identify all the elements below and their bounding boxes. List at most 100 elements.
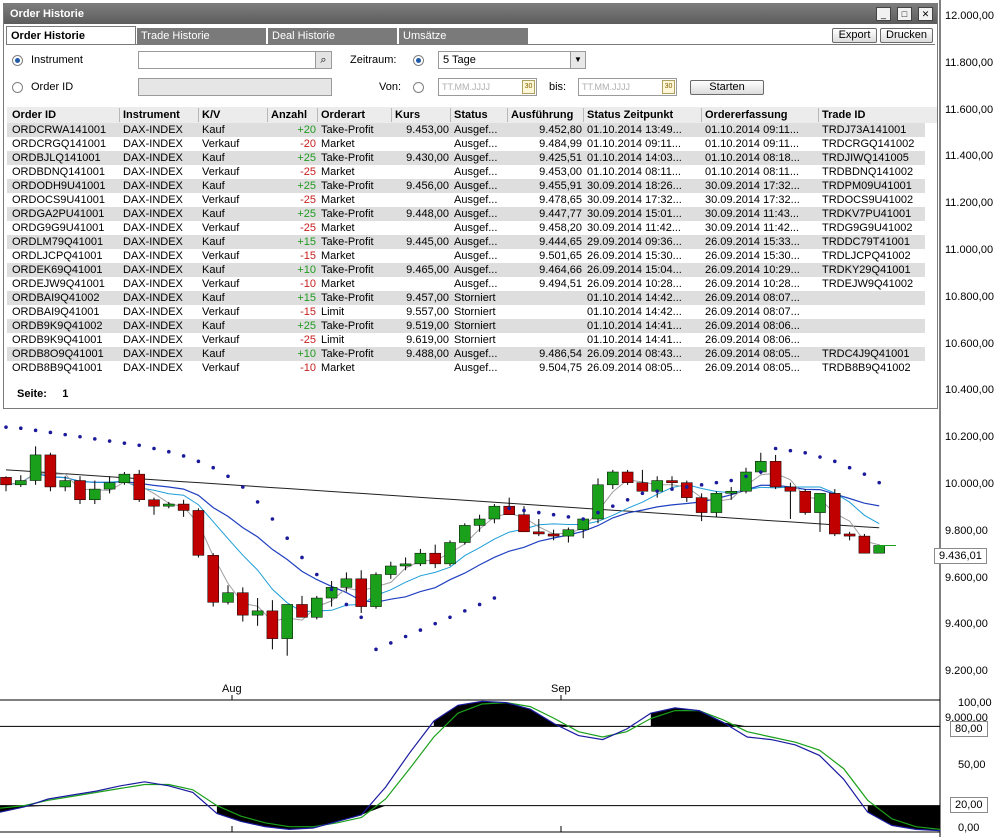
column-header[interactable]: Order ID [10, 107, 121, 123]
candle-up [873, 545, 885, 554]
table-row[interactable]: ORDBAI9Q41002 DAX-INDEX Kauf +15 Take-Profit… [7, 291, 925, 305]
maximize-icon[interactable]: □ [897, 7, 912, 21]
sar-dot [344, 602, 349, 607]
column-header[interactable]: Orderart [319, 107, 393, 123]
calendar-icon[interactable]: 30 [662, 80, 675, 94]
column-header[interactable]: Kurs [393, 107, 452, 123]
table-row[interactable]: ORDODH9U41001 DAX-INDEX Kauf +25 Take-Profit… [7, 179, 925, 193]
table-row[interactable]: ORDEJW9Q41001 DAX-INDEX Verkauf -10 Market Au… [7, 277, 925, 291]
tab-trade-historie[interactable]: Trade Historie [137, 28, 267, 44]
table-cell: Verkauf [202, 362, 240, 374]
column-header[interactable]: Ordererfassung [703, 107, 820, 123]
table-row[interactable]: ORDBDNQ141001 DAX-INDEX Verkauf -25 Market Au… [7, 165, 925, 179]
table-cell: Kauf [202, 124, 225, 136]
sar-dot [670, 487, 674, 491]
table-row[interactable]: ORDBJLQ141001 DAX-INDEX Kauf +25 Take-Profit… [7, 151, 925, 165]
column-separator[interactable] [450, 108, 451, 122]
close-icon[interactable]: ✕ [918, 7, 933, 21]
tab-divider [6, 44, 935, 45]
window-titlebar[interactable]: Order Historie [4, 4, 937, 24]
minimize-icon[interactable]: _ [876, 7, 891, 21]
column-header[interactable]: Anzahl [269, 107, 319, 123]
column-separator[interactable] [267, 108, 268, 122]
table-row[interactable]: ORDCRWA141001 DAX-INDEX Kauf +20 Take-Profit… [7, 123, 925, 137]
column-header[interactable]: Instrument [121, 107, 200, 123]
search-icon[interactable]: ⌕ [315, 52, 331, 68]
table-cell: ORDBJLQ141001 [12, 152, 101, 164]
column-separator[interactable] [818, 108, 819, 122]
column-separator[interactable] [701, 108, 702, 122]
table-row[interactable]: ORDBAI9Q41001 DAX-INDEX Verkauf -15 Limit 9.5… [7, 305, 925, 319]
table-cell: 9.457,00 [406, 292, 449, 304]
column-separator[interactable] [583, 108, 584, 122]
table-cell: TRDKV7PU41001 [822, 208, 912, 220]
table-cell: Storniert [454, 320, 496, 332]
instrument-label: Instrument [31, 54, 83, 66]
table-cell: 9.494,51 [539, 278, 582, 290]
table-row[interactable]: ORDB9K9Q41002 DAX-INDEX Kauf +25 Take-Profit… [7, 319, 925, 333]
von-date-input[interactable]: TT.MM.JJJJ 30 [438, 78, 537, 96]
table-cell: DAX-INDEX [123, 138, 183, 150]
sar-dot [862, 472, 867, 476]
table-cell: TRDLJCPQ41002 [822, 250, 911, 262]
table-cell: 01.10.2014 08:11... [587, 166, 681, 178]
table-row[interactable]: ORDEK69Q41001 DAX-INDEX Kauf +10 Take-Profit… [7, 263, 925, 277]
table-row[interactable]: ORDGA2PU41001 DAX-INDEX Kauf +25 Take-Profit… [7, 207, 925, 221]
start-button[interactable]: Starten [690, 80, 764, 95]
zeitraum-select[interactable]: 5 Tage ▼ [438, 51, 586, 69]
table-cell: -25 [300, 166, 316, 178]
table-row[interactable]: ORDG9G9U41001 DAX-INDEX Verkauf -25 Market Au… [7, 221, 925, 235]
column-separator[interactable] [198, 108, 199, 122]
table-cell: 30.09.2014 11:42... [587, 222, 681, 234]
table-row[interactable]: ORDB8O9Q41001 DAX-INDEX Kauf +10 Take-Profit… [7, 347, 925, 361]
column-header[interactable]: K/V [200, 107, 269, 123]
table-row[interactable]: ORDCRGQ141001 DAX-INDEX Verkauf -20 Market Au… [7, 137, 925, 151]
order-id-input[interactable] [138, 78, 332, 96]
column-separator[interactable] [119, 108, 120, 122]
bis-date-input[interactable]: TT.MM.JJJJ 30 [578, 78, 677, 96]
sar-dot [107, 439, 112, 443]
column-separator[interactable] [507, 108, 508, 122]
table-cell: Ausgef... [454, 348, 498, 360]
column-header[interactable]: Ausführung [509, 107, 585, 123]
calendar-icon[interactable]: 30 [522, 80, 535, 94]
table-cell: 01.10.2014 14:41... [587, 320, 682, 332]
table-row[interactable]: ORDLJCPQ41001 DAX-INDEX Verkauf -15 Market Au… [7, 249, 925, 263]
tab-deal-historie[interactable]: Deal Historie [268, 28, 398, 44]
candle-down [769, 461, 782, 488]
von-radio[interactable] [413, 82, 424, 93]
print-button[interactable]: Drucken [880, 28, 933, 43]
table-row[interactable]: ORDOCS9U41001 DAX-INDEX Verkauf -25 Market Au… [7, 193, 925, 207]
table-cell: TRDG9G9U41002 [822, 222, 913, 234]
table-row[interactable]: ORDLM79Q41001 DAX-INDEX Kauf +15 Take-Profit… [7, 235, 925, 249]
candle-up [814, 493, 826, 513]
table-cell: +15 [297, 236, 316, 248]
price-tick-label: 11.800,00 [945, 56, 994, 69]
table-cell: ORDODH9U41001 [12, 180, 106, 192]
column-separator[interactable] [391, 108, 392, 122]
candle-down [799, 490, 811, 513]
pager-page[interactable]: 1 [62, 388, 68, 400]
export-button[interactable]: Export [832, 28, 877, 43]
table-row[interactable]: ORDB9K9Q41001 DAX-INDEX Verkauf -25 Limit 9.6… [7, 333, 925, 347]
column-header[interactable]: Trade ID [820, 107, 930, 123]
sar-dot [48, 430, 53, 435]
tab-umsaetze[interactable]: Umsätze [399, 28, 529, 44]
table-cell: 30.09.2014 18:26... [587, 180, 682, 192]
table-cell [820, 319, 930, 333]
table-cell [393, 165, 452, 179]
column-separator[interactable] [317, 108, 318, 122]
table-cell: 9.519,00 [406, 320, 449, 332]
zeitraum-radio[interactable] [413, 55, 424, 66]
order-id-radio[interactable] [12, 82, 23, 93]
instrument-radio[interactable] [12, 55, 23, 66]
candle-up [29, 454, 42, 481]
price-tick-label: 9.200,00 [945, 665, 988, 678]
table-row[interactable]: ORDB8B9Q41001 DAX-INDEX Verkauf -10 Market Au… [7, 361, 925, 375]
column-header[interactable]: Status [452, 107, 509, 123]
tab-order-historie[interactable]: Order Historie [6, 26, 136, 45]
chevron-down-icon[interactable]: ▼ [570, 52, 585, 68]
candle-up [385, 565, 397, 575]
instrument-input[interactable]: ⌕ [138, 51, 332, 69]
column-header[interactable]: Status Zeitpunkt [585, 107, 703, 123]
